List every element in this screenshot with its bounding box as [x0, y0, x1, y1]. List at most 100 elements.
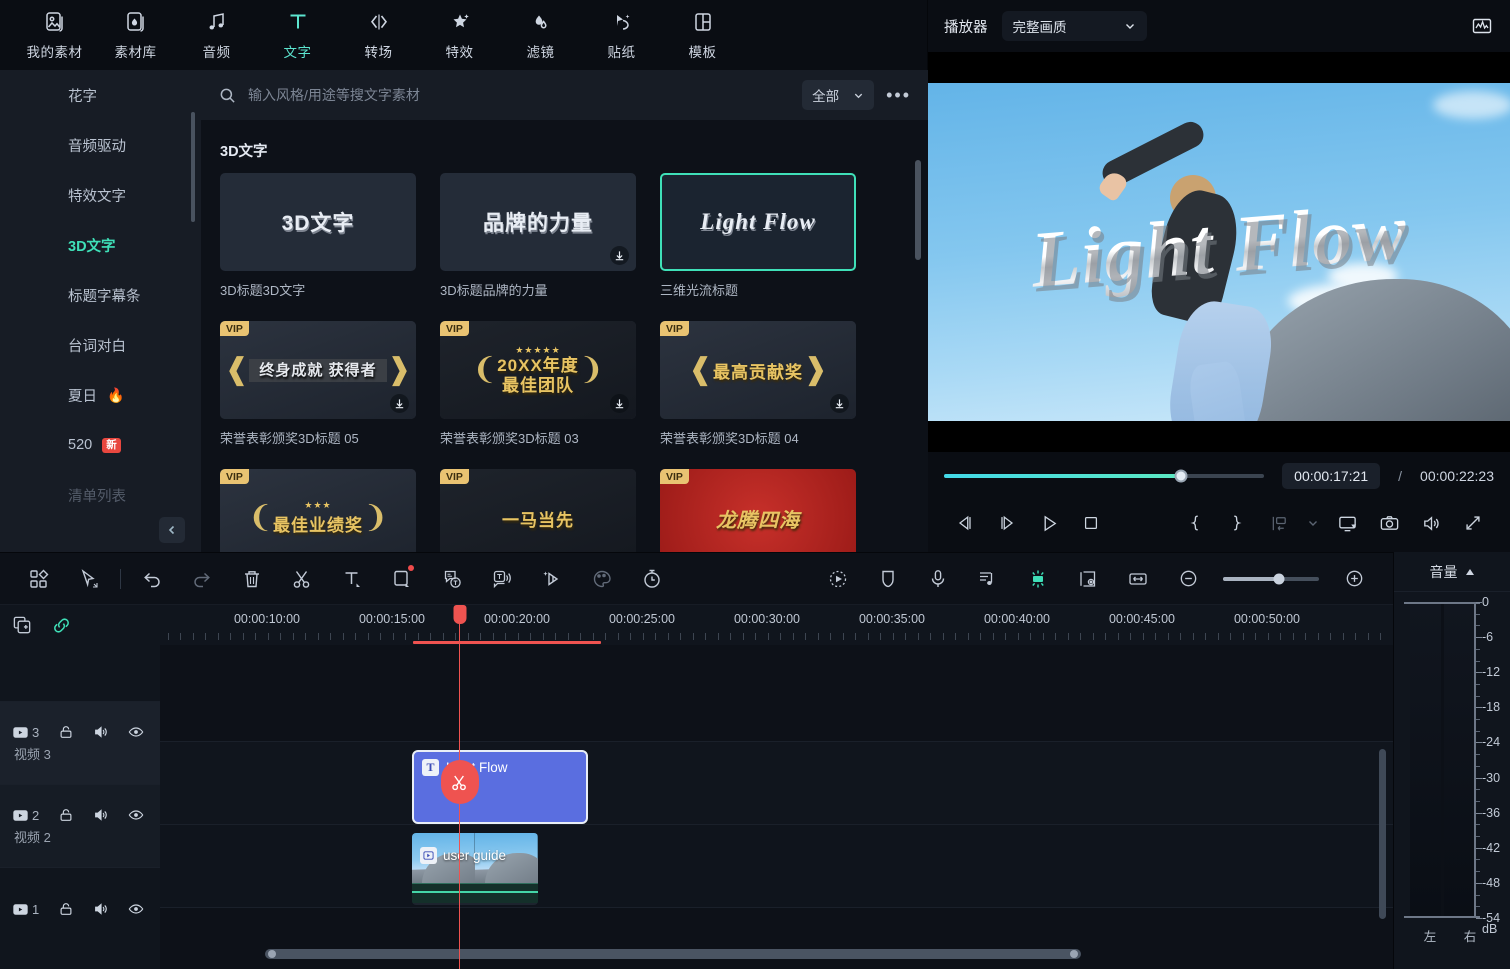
insert-dropdown[interactable]	[1300, 506, 1326, 540]
speed-button[interactable]	[627, 559, 677, 599]
track-lock-button-2[interactable]	[58, 807, 74, 823]
tab-audio[interactable]: 音频	[176, 0, 257, 66]
material-cell-6[interactable]: ❨ ★★★ 最佳业绩奖 ❩ VIP	[220, 469, 416, 552]
track-visibility-button-1[interactable]	[128, 901, 144, 917]
tab-filter[interactable]: 滤镜	[500, 0, 581, 66]
zoom-in-button[interactable]	[1329, 559, 1379, 599]
redo-button[interactable]	[177, 559, 227, 599]
voiceover-button[interactable]	[913, 559, 963, 599]
material-cell-3[interactable]: ❰ 终身成就 获得者 ❱ VIP 荣誉表彰颁奖3D标题 05	[220, 321, 416, 447]
undo-button[interactable]	[127, 559, 177, 599]
text-to-speech-button[interactable]	[477, 559, 527, 599]
color-match-button[interactable]	[527, 559, 577, 599]
zoom-handle[interactable]	[1273, 573, 1284, 584]
filter-dropdown[interactable]: 全部	[802, 80, 874, 110]
scrollbar-right-handle[interactable]	[1070, 950, 1078, 958]
split-at-playhead-button[interactable]	[441, 760, 479, 804]
clip-light-flow[interactable]: T Light Flow	[412, 750, 588, 824]
timeline-horizontal-scrollbar[interactable]	[265, 949, 1081, 959]
marker-button[interactable]	[863, 559, 913, 599]
quality-dropdown[interactable]: 完整画质	[1002, 11, 1147, 41]
mark-in-button[interactable]	[1174, 506, 1216, 540]
more-options-button[interactable]: •••	[884, 90, 913, 100]
category-item-7[interactable]: 520 新	[0, 420, 201, 470]
tab-media-library[interactable]: 素材库	[95, 0, 176, 66]
magnet-snap-button[interactable]	[1013, 559, 1063, 599]
category-item-2[interactable]: 特效文字	[0, 170, 201, 220]
tab-text[interactable]: 文字	[257, 0, 338, 66]
search-input[interactable]	[248, 87, 792, 103]
scrollbar-left-handle[interactable]	[268, 950, 276, 958]
layout-button[interactable]	[14, 559, 64, 599]
category-item-4[interactable]: 标题字幕条	[0, 270, 201, 320]
motion-tracking-button[interactable]	[813, 559, 863, 599]
download-icon[interactable]	[390, 394, 409, 413]
tab-effects[interactable]: 特效	[419, 0, 500, 66]
current-time[interactable]: 00:00:17:21	[1282, 463, 1380, 489]
category-item-3d-text[interactable]: 3D文字	[0, 220, 201, 270]
material-cell-light-flow[interactable]: Light Flow 三维光流标题	[660, 173, 856, 299]
track-header-3[interactable]: 3 视频 3	[0, 701, 160, 784]
prev-frame-button[interactable]	[944, 506, 986, 540]
tab-my-media[interactable]: 我的素材	[14, 0, 95, 66]
select-tool-button[interactable]	[64, 559, 114, 599]
stop-button[interactable]	[1070, 506, 1112, 540]
material-cell-1[interactable]: 品牌的力量 3D标题品牌的力量	[440, 173, 636, 299]
playhead[interactable]	[459, 605, 460, 969]
track-lane-1[interactable]	[160, 907, 1393, 969]
material-cell-0[interactable]: 3D文字 3D标题3D文字	[220, 173, 416, 299]
material-cell-4[interactable]: ❨ ★★★★★ 20XX年度 最佳团队 ❩ VIP 荣誉表彰颁奖3	[440, 321, 636, 447]
seek-handle[interactable]	[1174, 470, 1187, 483]
video-preview[interactable]: Light Flow	[928, 52, 1510, 452]
volume-button[interactable]	[1410, 506, 1452, 540]
delete-button[interactable]	[227, 559, 277, 599]
track-lock-button-1[interactable]	[58, 901, 74, 917]
timeline-vertical-scrollbar[interactable]	[1379, 749, 1386, 919]
track-visibility-button-3[interactable]	[128, 724, 144, 740]
track-lane-3[interactable]: T Light Flow	[160, 741, 1393, 824]
track-mute-button-1[interactable]	[93, 901, 109, 917]
volume-panel-header[interactable]: 音量	[1394, 552, 1510, 592]
category-item-6[interactable]: 夏日 🔥	[0, 370, 201, 420]
add-track-icon[interactable]	[12, 615, 33, 636]
category-item-8[interactable]: 清单列表	[0, 470, 201, 520]
beat-detect-button[interactable]	[963, 559, 1013, 599]
add-text-button[interactable]	[327, 559, 377, 599]
download-icon[interactable]	[610, 394, 629, 413]
track-mute-button-3[interactable]	[93, 724, 109, 740]
category-item-1[interactable]: 音频驱动	[0, 120, 201, 170]
track-lane-2[interactable]: user guide	[160, 824, 1393, 907]
category-item-0[interactable]: 花字	[0, 70, 201, 120]
zoom-slider[interactable]	[1223, 577, 1319, 581]
zoom-out-button[interactable]	[1163, 559, 1213, 599]
play-button[interactable]	[1028, 506, 1070, 540]
collapse-sidebar-button[interactable]	[159, 517, 185, 543]
category-scrollbar[interactable]	[191, 112, 195, 222]
tab-template[interactable]: 模板	[662, 0, 743, 66]
material-cell-8[interactable]: 龙腾四海 VIP	[660, 469, 856, 552]
waveform-scope-icon[interactable]	[1470, 14, 1494, 38]
material-scrollbar[interactable]	[915, 160, 921, 260]
seek-slider[interactable]	[944, 474, 1264, 478]
material-cell-7[interactable]: 一马当先 VIP	[440, 469, 636, 552]
crop-button[interactable]	[377, 559, 427, 599]
color-palette-button[interactable]	[577, 559, 627, 599]
tab-transition[interactable]: 转场	[338, 0, 419, 66]
split-button[interactable]	[277, 559, 327, 599]
track-lock-button-3[interactable]	[58, 724, 74, 740]
playhead-handle[interactable]	[453, 605, 466, 624]
fullscreen-button[interactable]	[1452, 506, 1494, 540]
insert-button[interactable]	[1258, 506, 1300, 540]
download-icon[interactable]	[830, 394, 849, 413]
mark-out-button[interactable]	[1216, 506, 1258, 540]
category-item-5[interactable]: 台词对白	[0, 320, 201, 370]
material-cell-5[interactable]: ❰ 最高贡献奖 ❱ VIP 荣誉表彰颁奖3D标题 04	[660, 321, 856, 447]
tab-sticker[interactable]: 贴纸	[581, 0, 662, 66]
clip-user-guide[interactable]: user guide	[412, 833, 538, 905]
display-mode-button[interactable]	[1326, 506, 1368, 540]
download-icon[interactable]	[610, 246, 629, 265]
next-frame-button[interactable]	[986, 506, 1028, 540]
snapshot-button[interactable]	[1368, 506, 1410, 540]
timeline-tracks[interactable]: T Light Flow u	[160, 645, 1393, 969]
track-visibility-button-2[interactable]	[128, 807, 144, 823]
